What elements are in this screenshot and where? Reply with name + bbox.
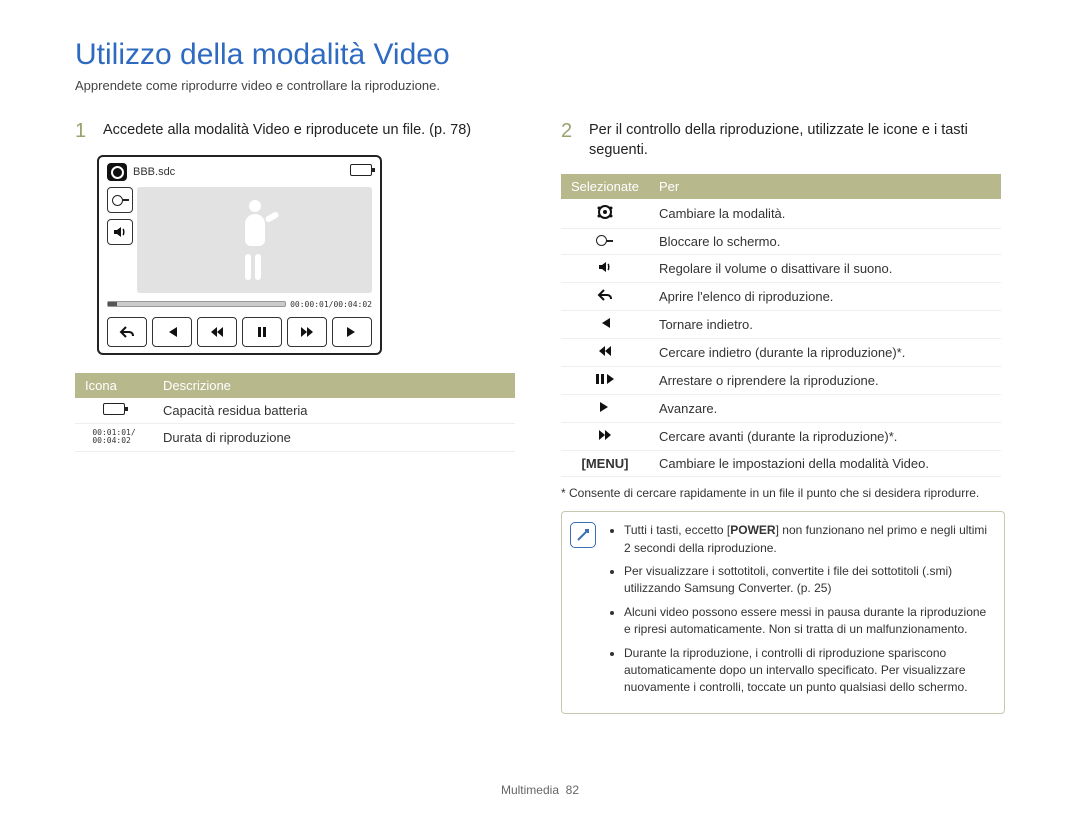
page-footer: Multimedia 82	[0, 783, 1080, 797]
forward-icon	[287, 317, 327, 347]
table2-desc: Avanzare.	[649, 395, 1001, 423]
video-player-screenshot: BBB.sdc 00:00:01/00:04:02	[97, 155, 382, 355]
table-row: Capacità residua batteria	[75, 398, 515, 424]
rewind-icon	[596, 344, 614, 358]
tip-item: Alcuni video possono essere messi in pau…	[624, 604, 994, 639]
table-row: Cercare avanti (durante la riproduzione)…	[561, 423, 1001, 451]
next-icon	[332, 317, 372, 347]
lock-icon	[107, 187, 133, 213]
mode-icon	[596, 204, 614, 220]
table2-desc: Cambiare la modalità.	[649, 199, 1001, 229]
icon-description-table: Icona Descrizione Capacità residua batte…	[75, 373, 515, 452]
table2-desc: Cercare indietro (durante la riproduzion…	[649, 339, 1001, 367]
table1-row1-desc: Durata di riproduzione	[153, 424, 515, 452]
back-icon	[107, 317, 147, 347]
table1-row0-desc: Capacità residua batteria	[153, 398, 515, 424]
duration-icon: 00:01:01/ 00:04:02	[92, 429, 135, 445]
step-2-number: 2	[561, 121, 579, 141]
table-row: Avanzare.	[561, 395, 1001, 423]
tip-item: Durante la riproduzione, i controlli di …	[624, 645, 994, 697]
left-column: 1 Accedete alla modalità Video e riprodu…	[75, 121, 519, 714]
table-row: Arrestare o riprendere la riproduzione.	[561, 367, 1001, 395]
page-subtitle: Apprendete come riprodurre video e contr…	[75, 78, 1005, 93]
timecode: 00:00:01/00:04:02	[290, 300, 372, 309]
table2-header-select: Selezionate	[561, 174, 649, 199]
pause-icon	[242, 317, 282, 347]
battery-icon	[103, 403, 125, 415]
table1-header-desc: Descrizione	[153, 373, 515, 398]
volume-icon	[596, 260, 614, 274]
table-row: [MENU] Cambiare le impostazioni della mo…	[561, 451, 1001, 477]
table2-desc: Cambiare le impostazioni della modalità …	[649, 451, 1001, 477]
footnote: * Consente di cercare rapidamente in un …	[561, 485, 1005, 501]
next-icon	[596, 400, 614, 414]
step-2: 2 Per il controllo della riproduzione, u…	[561, 121, 1005, 160]
table-row: 00:01:01/ 00:04:02 Durata di riproduzion…	[75, 424, 515, 452]
page-title: Utilizzo della modalità Video	[75, 38, 1005, 72]
table1-header-icon: Icona	[75, 373, 153, 398]
table2-header-for: Per	[649, 174, 1001, 199]
progress-track	[107, 301, 286, 307]
step-1-text: Accedete alla modalità Video e riproduce…	[103, 121, 471, 141]
table-row: Bloccare lo schermo.	[561, 229, 1001, 255]
step-1-number: 1	[75, 121, 93, 141]
right-column: 2 Per il controllo della riproduzione, u…	[561, 121, 1005, 714]
table-row: Regolare il volume o disattivare il suon…	[561, 255, 1001, 283]
prev-icon	[152, 317, 192, 347]
video-frame	[137, 187, 372, 293]
play-pause-icon	[595, 372, 615, 386]
table2-desc: Bloccare lo schermo.	[649, 229, 1001, 255]
lock-icon	[596, 235, 613, 246]
volume-icon	[107, 219, 133, 245]
forward-icon	[596, 428, 614, 442]
tip-item: Tutti i tasti, eccetto [POWER] non funzi…	[624, 522, 994, 557]
table-row: Cambiare la modalità.	[561, 199, 1001, 229]
rewind-icon	[197, 317, 237, 347]
controls-table: Selezionate Per Cambiare la modalità. Bl…	[561, 174, 1001, 477]
table-row: Tornare indietro.	[561, 311, 1001, 339]
back-icon	[596, 288, 614, 302]
video-filename: BBB.sdc	[133, 166, 175, 178]
table-row: Aprire l'elenco di riproduzione.	[561, 283, 1001, 311]
menu-label: [MENU]	[582, 456, 629, 471]
camera-icon	[107, 163, 127, 181]
prev-icon	[596, 316, 614, 330]
table2-desc: Tornare indietro.	[649, 311, 1001, 339]
tip-item: Per visualizzare i sottotitoli, converti…	[624, 563, 994, 598]
note-icon	[570, 522, 596, 548]
table2-desc: Arrestare o riprendere la riproduzione.	[649, 367, 1001, 395]
table-row: Cercare indietro (durante la riproduzion…	[561, 339, 1001, 367]
tip-box: Tutti i tasti, eccetto [POWER] non funzi…	[561, 511, 1005, 714]
battery-icon	[350, 163, 372, 181]
step-1: 1 Accedete alla modalità Video e riprodu…	[75, 121, 519, 141]
step-2-text: Per il controllo della riproduzione, uti…	[589, 121, 1005, 160]
table2-desc: Cercare avanti (durante la riproduzione)…	[649, 423, 1001, 451]
table2-desc: Regolare il volume o disattivare il suon…	[649, 255, 1001, 283]
table2-desc: Aprire l'elenco di riproduzione.	[649, 283, 1001, 311]
